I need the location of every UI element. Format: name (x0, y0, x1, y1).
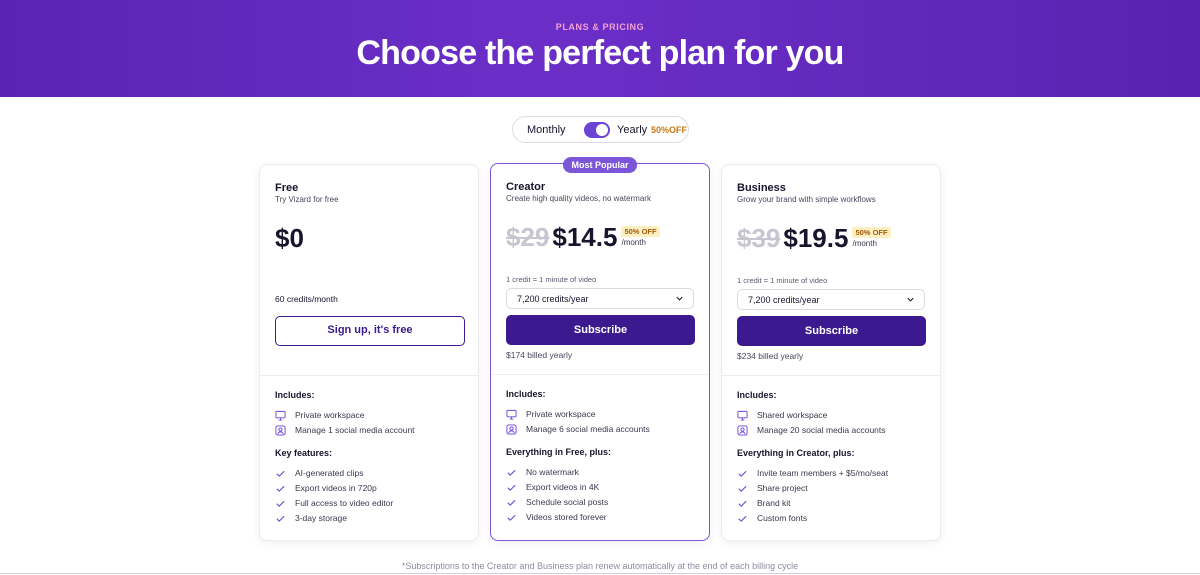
features-title: Key features: (275, 448, 333, 458)
feature-text: Export videos in 4K (526, 482, 600, 492)
check-icon (276, 515, 285, 522)
plan-name: Creator (506, 181, 546, 193)
check-icon (507, 469, 516, 476)
check-icon (276, 485, 285, 492)
check-icon (507, 499, 516, 506)
monitor-icon (506, 409, 517, 420)
divider (0, 573, 1200, 574)
feature-text: AI-generated clips (295, 468, 364, 478)
feature-text: Invite team members + $5/mo/seat (757, 468, 889, 478)
price-row: $29 $14.5 50% OFF/month (506, 222, 660, 256)
price-row: $39 $19.5 50% OFF/month (737, 223, 891, 257)
check-icon (738, 470, 747, 477)
includes-title: Includes: (506, 389, 546, 399)
page-title: Choose the perfect plan for you (356, 34, 844, 72)
old-price: $29 (506, 222, 550, 252)
feature-text: Schedule social posts (526, 497, 609, 507)
plan-name: Business (737, 182, 786, 194)
old-price: $39 (737, 223, 781, 253)
user-square-icon (737, 425, 748, 436)
user-square-icon (506, 424, 517, 435)
include-text: Private workspace (526, 409, 596, 419)
price: $19.5 (783, 223, 849, 253)
credits-select[interactable]: 7,200 credits/year (737, 289, 925, 310)
signup-button[interactable]: Sign up, it's free (275, 316, 465, 346)
divider (260, 375, 478, 376)
discount-label: 50%OFF (651, 125, 688, 135)
divider (722, 375, 940, 376)
plan-subtitle: Create high quality videos, no watermark (506, 194, 651, 203)
check-icon (276, 470, 285, 477)
yearly-label[interactable]: Yearly (617, 124, 647, 136)
include-text: Shared workspace (757, 410, 828, 420)
price: $0 (275, 223, 304, 253)
chevron-down-icon (907, 297, 914, 302)
include-text: Manage 6 social media accounts (526, 424, 650, 434)
discount-badge: 50% OFF (852, 227, 891, 238)
section-kicker: PLANS & PRICING (555, 22, 645, 32)
monitor-icon (275, 410, 286, 421)
include-text: Manage 20 social media accounts (757, 425, 886, 435)
most-popular-badge: Most Popular (563, 157, 637, 173)
billing-switch[interactable] (584, 122, 610, 138)
monitor-icon (737, 410, 748, 421)
plan-card-free: Free Try Vizard for free $0 60 credits/m… (259, 164, 479, 541)
credits-select-value: 7,200 credits/year (517, 294, 589, 304)
feature-text: Videos stored forever (526, 512, 607, 522)
feature-text: Brand kit (757, 498, 791, 508)
price-row: $0 (275, 223, 304, 257)
plan-card-business: Business Grow your brand with simple wor… (721, 164, 941, 541)
pricing-hero: PLANS & PRICING Choose the perfect plan … (0, 0, 1200, 97)
include-text: Manage 1 social media account (295, 425, 415, 435)
price-period: /month (852, 239, 877, 248)
credits-amount: 60 credits/month (275, 294, 338, 304)
check-icon (738, 485, 747, 492)
price: $14.5 (552, 222, 618, 252)
feature-text: No watermark (526, 467, 579, 477)
feature-text: Export videos in 720p (295, 483, 377, 493)
billing-toggle[interactable]: Monthly Yearly 50%OFF (512, 116, 689, 143)
credits-select[interactable]: 7,200 credits/year (506, 288, 694, 309)
feature-text: Full access to video editor (295, 498, 394, 508)
includes-title: Includes: (275, 390, 315, 400)
subscribe-button[interactable]: Subscribe (737, 316, 926, 346)
features-title: Everything in Creator, plus: (737, 448, 855, 458)
credit-note: 1 credit = 1 minute of video (506, 275, 597, 284)
chevron-down-icon (676, 296, 683, 301)
features-title: Everything in Free, plus: (506, 447, 612, 457)
check-icon (738, 500, 747, 507)
feature-text: Custom fonts (757, 513, 808, 523)
check-icon (276, 500, 285, 507)
plan-card-creator: Creator Create high quality videos, no w… (490, 163, 710, 541)
include-text: Private workspace (295, 410, 365, 420)
price-period: /month (621, 238, 646, 247)
plan-subtitle: Try Vizard for free (275, 195, 339, 204)
monthly-label[interactable]: Monthly (527, 124, 566, 136)
credit-note: 1 credit = 1 minute of video (737, 276, 828, 285)
feature-text: 3-day storage (295, 513, 347, 523)
subscribe-button[interactable]: Subscribe (506, 315, 695, 345)
check-icon (738, 515, 747, 522)
user-square-icon (275, 425, 286, 436)
discount-badge: 50% OFF (621, 226, 660, 237)
plan-subtitle: Grow your brand with simple workflows (737, 195, 876, 204)
divider (491, 374, 709, 375)
renewal-footnote: *Subscriptions to the Creator and Busine… (401, 561, 799, 571)
check-icon (507, 484, 516, 491)
billed-yearly: $174 billed yearly (506, 350, 573, 360)
switch-knob (596, 124, 608, 136)
plan-name: Free (275, 182, 299, 194)
feature-text: Share project (757, 483, 808, 493)
check-icon (507, 514, 516, 521)
credits-select-value: 7,200 credits/year (748, 295, 820, 305)
includes-title: Includes: (737, 390, 777, 400)
billed-yearly: $234 billed yearly (737, 351, 804, 361)
